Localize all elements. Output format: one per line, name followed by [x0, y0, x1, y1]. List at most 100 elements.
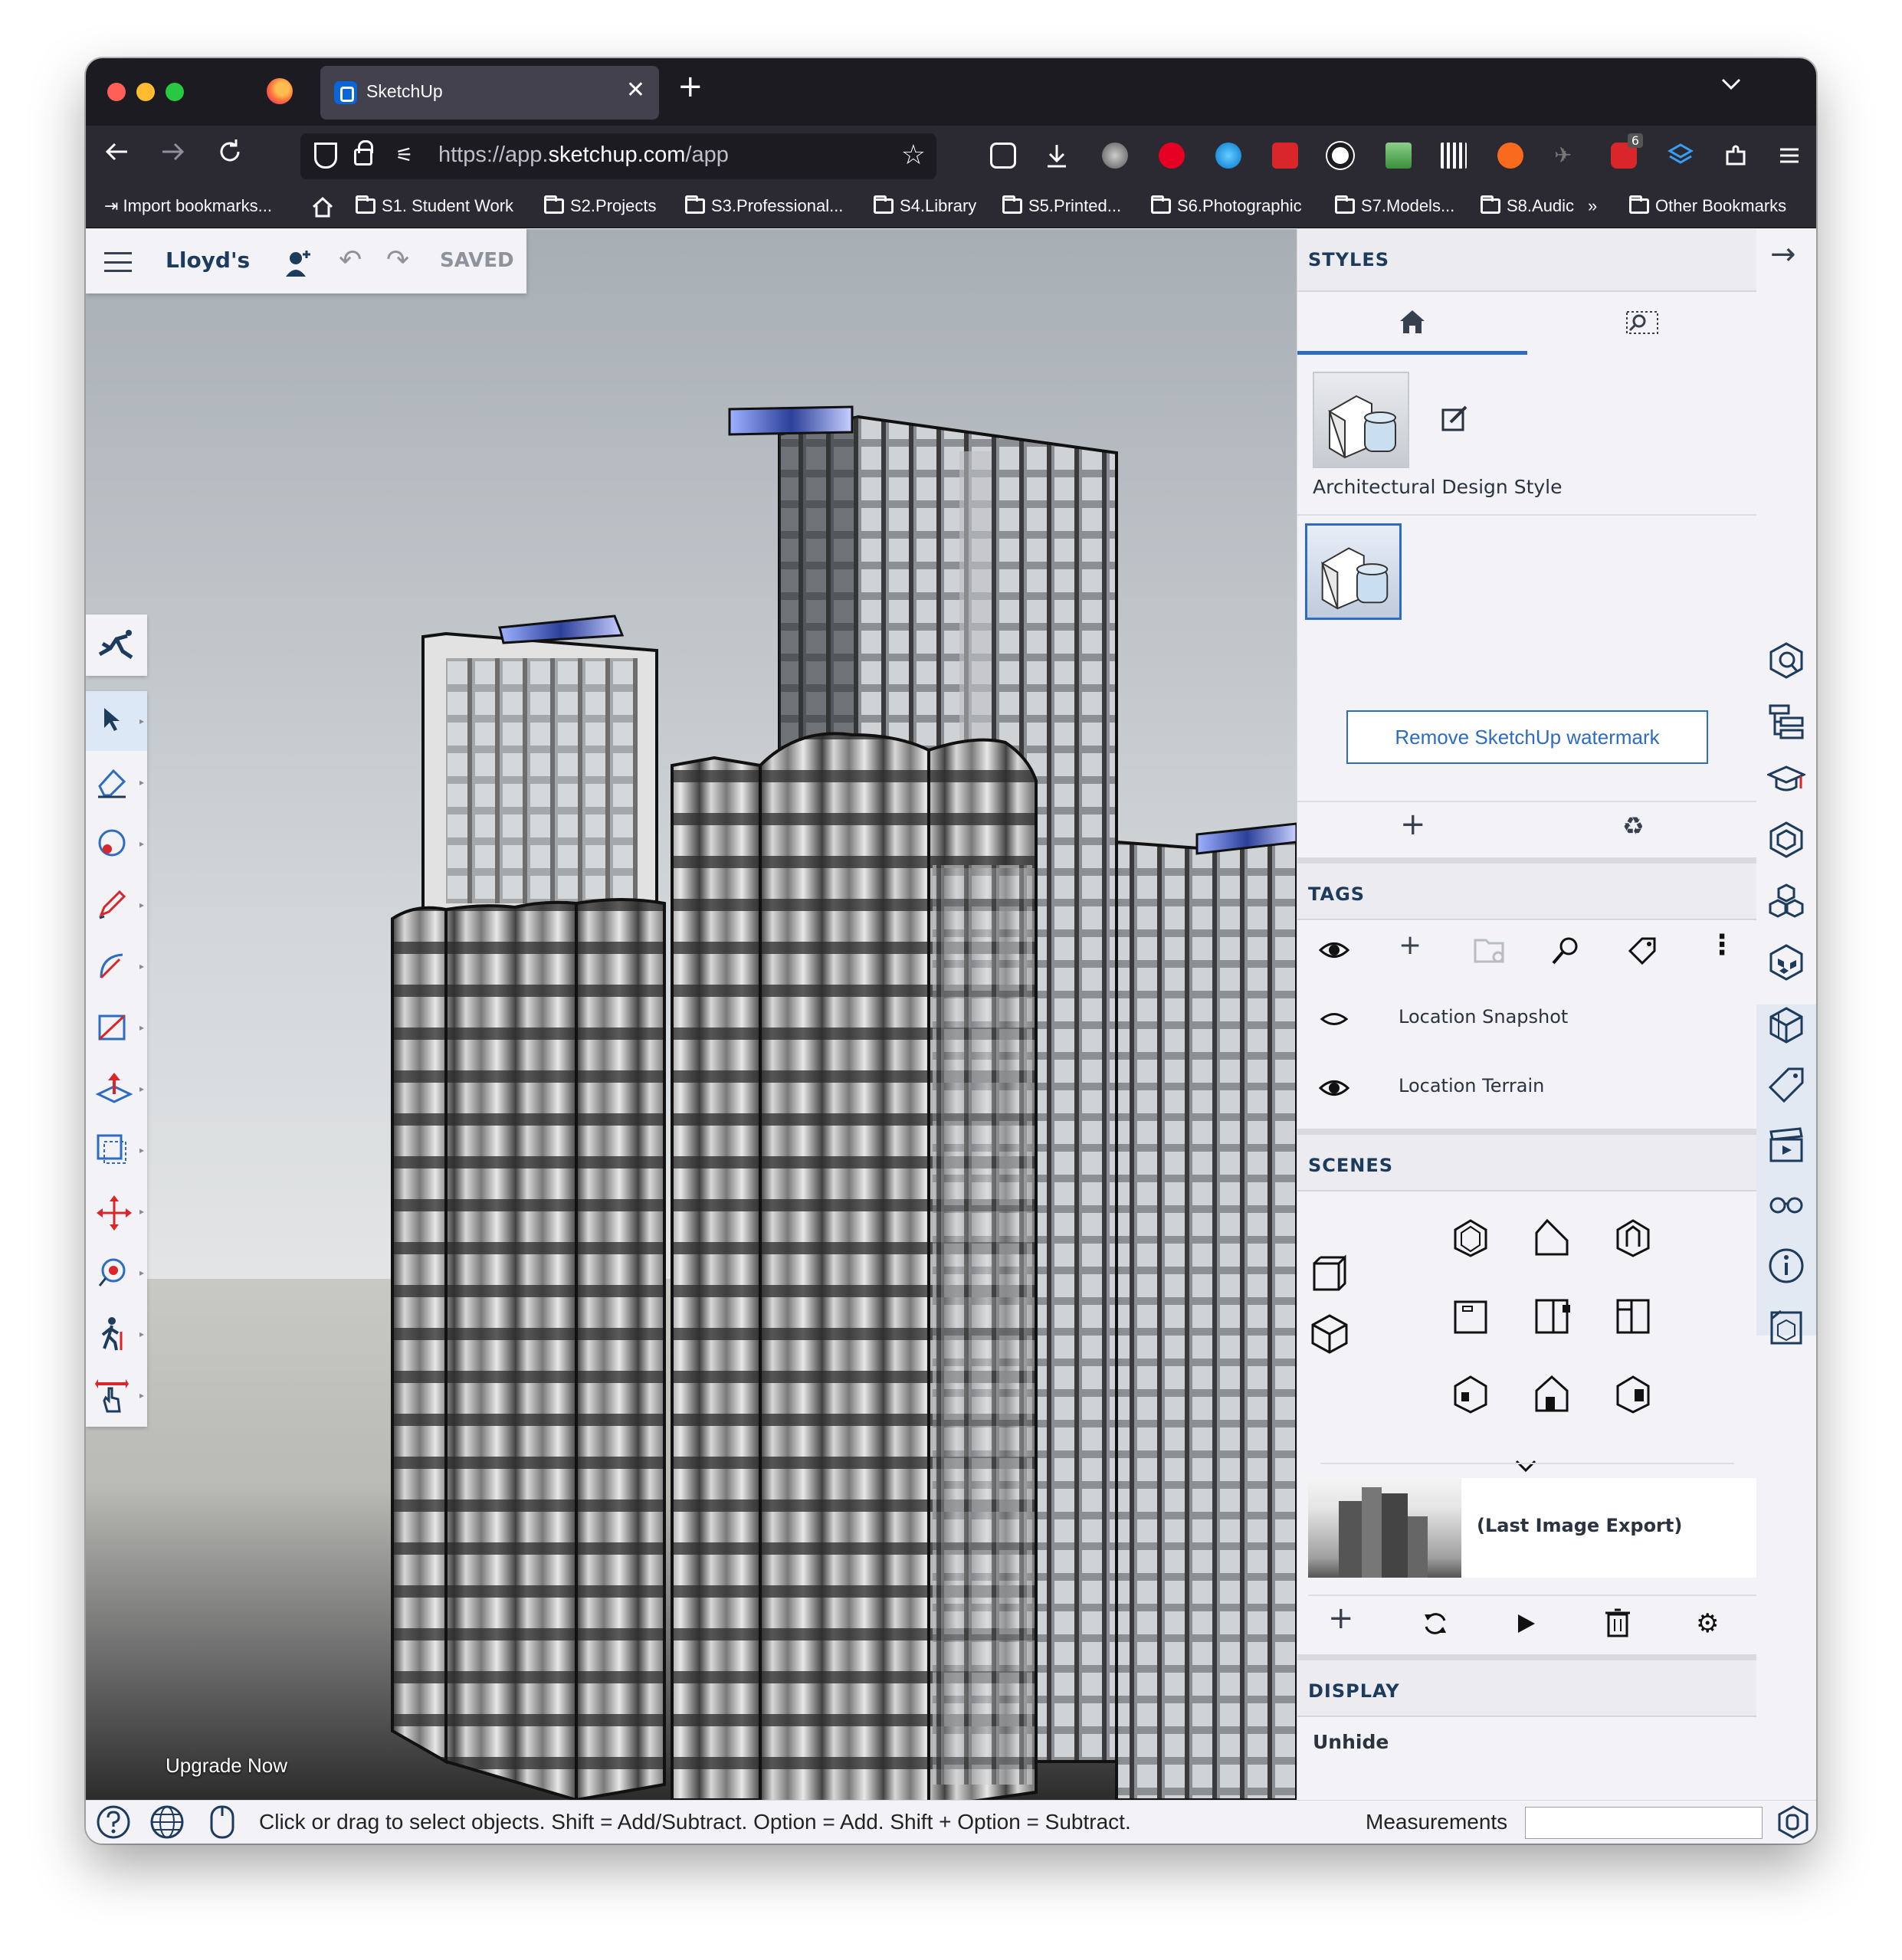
- extension-avatar-icon[interactable]: [1102, 143, 1128, 169]
- tag-tool-icon[interactable]: [1627, 936, 1658, 966]
- model-info-icon[interactable]: [1767, 1247, 1805, 1285]
- eye-hidden-icon[interactable]: [1319, 1008, 1349, 1031]
- scenes-clapper-icon[interactable]: [1767, 1126, 1805, 1164]
- paint-bucket-tool[interactable]: ▸: [86, 814, 147, 873]
- tracking-shield-icon[interactable]: [314, 143, 337, 169]
- search-tags-icon[interactable]: [1550, 936, 1581, 966]
- close-window-button[interactable]: [107, 83, 126, 101]
- perspective-cube-icon[interactable]: [1308, 1253, 1351, 1296]
- update-scene-icon[interactable]: [1422, 1610, 1449, 1637]
- add-tag-icon[interactable]: +: [1399, 929, 1422, 961]
- style-thumbnail-selected[interactable]: [1305, 523, 1402, 620]
- components-icon[interactable]: [1767, 821, 1805, 859]
- downloads-icon[interactable]: [1044, 143, 1070, 169]
- bookmark-star-icon[interactable]: ☆: [901, 139, 926, 171]
- top-view-icon[interactable]: [1532, 1218, 1572, 1257]
- edge-ext-icon[interactable]: [1215, 143, 1241, 169]
- tag-row[interactable]: Location Terrain: [1297, 1054, 1756, 1123]
- rectangle-tool[interactable]: ▸: [86, 998, 147, 1057]
- section-plane-tool[interactable]: ▸: [86, 1365, 147, 1425]
- chevron-down-icon[interactable]: [1512, 1452, 1540, 1480]
- sketchup-logo-icon[interactable]: [1776, 1805, 1810, 1839]
- layers-ext-icon[interactable]: [1667, 143, 1694, 169]
- iso-view-icon[interactable]: [1451, 1218, 1490, 1257]
- tags-more-icon[interactable]: ⋮: [1708, 929, 1736, 961]
- lock-icon[interactable]: [354, 140, 373, 166]
- walk-tool[interactable]: ▸: [86, 1304, 147, 1364]
- add-tag-folder-icon[interactable]: [1474, 936, 1506, 965]
- select-tool[interactable]: ▸: [86, 691, 147, 751]
- play-animation-icon[interactable]: [1513, 1611, 1538, 1636]
- instant-search-tool[interactable]: [86, 616, 147, 676]
- new-tab-button[interactable]: +: [677, 69, 703, 104]
- tags-header[interactable]: TAGS: [1297, 857, 1756, 920]
- right-view-icon[interactable]: [1451, 1296, 1490, 1336]
- scenes-header[interactable]: SCENES: [1297, 1129, 1756, 1191]
- permissions-icon[interactable]: ⚟: [395, 144, 413, 167]
- scene-settings-gear-icon[interactable]: ⚙: [1696, 1608, 1719, 1639]
- styles-checker-cube-icon[interactable]: [1767, 943, 1805, 982]
- zoom-window-button[interactable]: [166, 83, 184, 101]
- undo-icon[interactable]: ↶: [339, 244, 362, 276]
- add-style-icon[interactable]: +: [1400, 807, 1426, 842]
- solid-inspector-icon[interactable]: [1767, 1308, 1805, 1346]
- back-icon[interactable]: [101, 136, 132, 174]
- ublock-icon[interactable]: 6: [1611, 133, 1643, 169]
- url-bar[interactable]: ⚟ https://app.sketchup.com/app ☆: [300, 133, 936, 179]
- front-view-icon[interactable]: [1613, 1218, 1653, 1257]
- bookmark-folder-s3[interactable]: S3.Professional...: [685, 195, 843, 216]
- style-thumbnail-current[interactable]: [1313, 372, 1409, 468]
- pinterest-icon[interactable]: [1159, 143, 1185, 169]
- eye-icon[interactable]: [1319, 939, 1349, 962]
- tags-cube-icon[interactable]: [1767, 1006, 1805, 1044]
- bookmark-folder-s2[interactable]: S2.Projects: [544, 195, 657, 216]
- pocket-icon[interactable]: [990, 143, 1016, 169]
- project-title[interactable]: Lloyd's: [166, 247, 250, 273]
- home-icon[interactable]: [311, 196, 334, 219]
- unhide-button[interactable]: Unhide: [1313, 1731, 1389, 1753]
- remove-watermark-button[interactable]: Remove SketchUp watermark: [1346, 710, 1708, 764]
- outliner-icon[interactable]: [1767, 703, 1805, 741]
- bookmark-folder-s4[interactable]: S4.Library: [874, 195, 976, 216]
- move-tool[interactable]: ▸: [86, 1182, 147, 1241]
- left-view-icon[interactable]: [1613, 1296, 1653, 1336]
- close-tab-icon[interactable]: ✕: [626, 77, 645, 103]
- tag-row[interactable]: Location Snapshot: [1297, 985, 1756, 1054]
- forward-icon[interactable]: [158, 136, 189, 174]
- instructor-graduation-cap-icon[interactable]: [1767, 762, 1805, 801]
- tab-styles-in-model[interactable]: [1297, 292, 1527, 355]
- app-menu-icon[interactable]: [1776, 143, 1802, 169]
- styles-header[interactable]: STYLES: [1297, 229, 1756, 292]
- edit-style-icon[interactable]: [1440, 404, 1471, 434]
- entity-info-icon[interactable]: [1767, 641, 1805, 680]
- back-view-icon[interactable]: [1532, 1296, 1572, 1336]
- tag-label-icon[interactable]: [1767, 1066, 1805, 1104]
- eraser-tool[interactable]: ▸: [86, 752, 147, 812]
- bookmark-import[interactable]: ⇥ Import bookmarks...: [104, 196, 272, 216]
- tab-sketchup[interactable]: SketchUp ✕: [320, 66, 659, 120]
- minimize-window-button[interactable]: [136, 83, 155, 101]
- trash-icon[interactable]: [1604, 1608, 1631, 1637]
- url-text[interactable]: https://app.sketchup.com/app: [438, 143, 729, 168]
- reload-icon[interactable]: [215, 136, 245, 174]
- eye-icon[interactable]: [1319, 1077, 1349, 1100]
- adblock-plus-icon[interactable]: [1272, 143, 1298, 169]
- bookmark-folder-s6[interactable]: S6.Photographic: [1151, 195, 1302, 216]
- bottom-view-icon[interactable]: [1451, 1374, 1490, 1414]
- mouse-icon[interactable]: [207, 1804, 238, 1840]
- arc-tool[interactable]: ▸: [86, 936, 147, 996]
- iso-cube-icon[interactable]: [1308, 1313, 1351, 1355]
- redo-icon[interactable]: ↷: [386, 244, 409, 276]
- bookmark-folder-other[interactable]: Other Bookmarks: [1629, 195, 1786, 216]
- iso-alt-view-icon[interactable]: [1613, 1374, 1653, 1414]
- pencil-tool[interactable]: ▸: [86, 875, 147, 935]
- tab-list-chevron-icon[interactable]: [1720, 72, 1743, 101]
- display-glasses-icon[interactable]: [1767, 1185, 1805, 1224]
- help-icon[interactable]: [95, 1804, 132, 1840]
- globe-language-icon[interactable]: [149, 1804, 185, 1840]
- bookmark-folder-s7[interactable]: S7.Models...: [1335, 195, 1454, 216]
- tab-styles-browse[interactable]: [1527, 292, 1756, 355]
- save-page-icon[interactable]: [1386, 143, 1412, 169]
- barcode-icon[interactable]: [1441, 143, 1467, 169]
- creative-commons-icon[interactable]: [1327, 143, 1353, 169]
